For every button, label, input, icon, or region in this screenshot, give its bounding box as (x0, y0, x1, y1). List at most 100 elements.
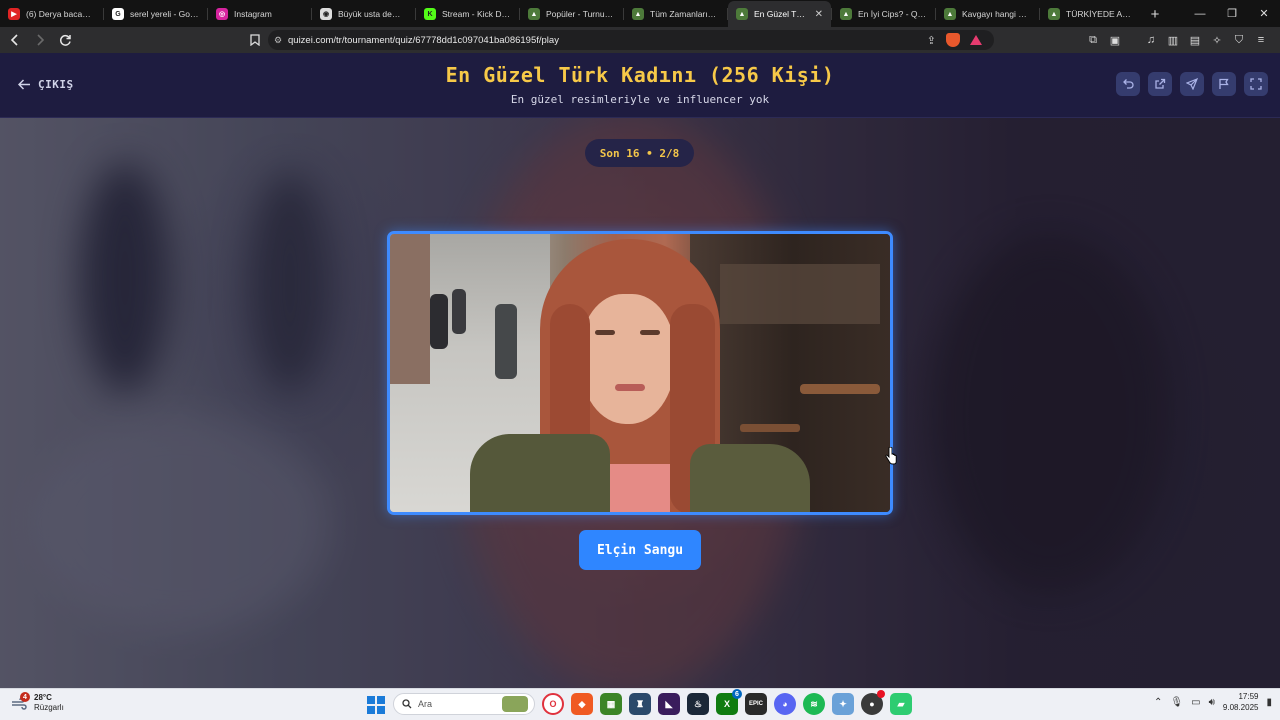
opera-icon[interactable]: O (542, 693, 564, 715)
browser-tab[interactable]: ◉ Büyük usta demirci (312, 1, 415, 27)
epic-games-icon[interactable]: EPIC (745, 693, 767, 715)
settings-app-icon[interactable]: ✦ (832, 693, 854, 715)
tab-favicon-icon: ▲ (1048, 8, 1060, 20)
steam-icon[interactable]: ♨ (687, 693, 709, 715)
fullscreen-icon (1250, 78, 1262, 90)
tab-title: Popüler - Turnuva - (546, 9, 615, 19)
extensions-icon[interactable]: ⧉ (1084, 31, 1102, 49)
windows-taskbar: 4 28°C Rüzgarlı Ara O ◆ ▦ ♜ ◣ ♨ X 6 EPIC… (0, 688, 1280, 720)
address-bar: ⚙ quizei.com/tr/tournament/quiz/67778dd1… (0, 27, 1280, 53)
volume-icon[interactable]: 🔊︎ (1209, 697, 1215, 708)
leo-ai-icon[interactable]: ✧ (1208, 31, 1226, 49)
tab-title: En Güzel Türk K (754, 9, 809, 19)
tab-close-icon[interactable]: ✕ (815, 9, 823, 20)
quiz-subtitle: En güzel resimleriyle ve influencer yok (510, 93, 770, 106)
tab-favicon-icon: ▲ (944, 8, 956, 20)
tab-favicon-icon: G (112, 8, 124, 20)
minimize-icon[interactable]: — (1184, 0, 1216, 27)
tab-favicon-icon: ◉ (320, 8, 332, 20)
xbox-icon[interactable]: X 6 (716, 689, 742, 715)
report-button[interactable] (1212, 72, 1236, 96)
bookmark-icon[interactable] (247, 31, 263, 49)
tab-favicon-icon: ▲ (736, 8, 748, 20)
site-info-icon[interactable]: ⚙ (268, 35, 288, 46)
tab-title: Büyük usta demirci (338, 9, 407, 19)
choice-button[interactable]: Elçin Sangu (579, 530, 701, 570)
new-tab-button[interactable]: + (1143, 1, 1167, 27)
quiz-header: ÇIKIŞ En Güzel Türk Kadını (256 Kişi) En… (0, 53, 1280, 118)
tab-title: (6) Derya bacağına (26, 9, 95, 19)
obs-icon[interactable]: ◣ (658, 693, 680, 715)
weather-icon: 4 (10, 692, 30, 712)
share-out-icon (1155, 78, 1166, 89)
game-app-icon[interactable]: ♜ (629, 693, 651, 715)
network-icon[interactable]: ▭ (1191, 697, 1200, 708)
browser-tab[interactable]: ▲ TÜRKİYEDE ABARTI (1040, 1, 1143, 27)
discord-icon[interactable]: ◕ (774, 693, 796, 715)
chevron-up-icon[interactable]: ⌃ (1154, 697, 1162, 708)
clock-date: 9.08.2025 (1222, 703, 1259, 712)
menu-icon[interactable]: ≡ (1252, 31, 1270, 49)
header-actions (1116, 72, 1268, 96)
clock[interactable]: 17:59 9.08.2025 (1223, 691, 1259, 713)
url-text: quizei.com/tr/tournament/quiz/67778dd1c0… (288, 34, 559, 46)
close-window-icon[interactable]: ✕ (1248, 0, 1280, 27)
reload-icon[interactable] (55, 30, 75, 50)
forward-icon[interactable] (30, 30, 50, 50)
browser-tab[interactable]: ▲ Tüm Zamanların En (624, 1, 727, 27)
tab-favicon-icon: K (424, 8, 436, 20)
weather-widget[interactable]: 4 28°C Rüzgarlı (10, 692, 64, 713)
restore-icon[interactable]: ❐ (1216, 0, 1248, 27)
send-button[interactable] (1180, 72, 1204, 96)
share-button[interactable] (1148, 72, 1172, 96)
fullscreen-button[interactable] (1244, 72, 1268, 96)
wallet-icon[interactable]: ▤ (1186, 31, 1204, 49)
brave-shield-icon[interactable] (946, 33, 960, 47)
taskbar-apps: Ara O ◆ ▦ ♜ ◣ ♨ X 6 EPIC ◕ ≋ ✦ ● ▰ (364, 689, 912, 715)
browser-tab[interactable]: ▲ Popüler - Turnuva - (520, 1, 623, 27)
screenshot-icon[interactable]: ▣ (1106, 31, 1124, 49)
brave-rewards-icon[interactable] (970, 35, 982, 45)
notification-icon[interactable]: ▮ (1266, 697, 1272, 708)
browser-tab[interactable]: K Stream - Kick Dashb (416, 1, 519, 27)
search-highlight-image (502, 696, 528, 712)
record-app-icon[interactable]: ● (861, 690, 885, 715)
browser-tab[interactable]: ▲ En Güzel Türk K ✕ (728, 1, 831, 27)
browser-tab[interactable]: ▲ En İyi Cips? - Quizei (832, 1, 935, 27)
store-app-icon[interactable]: ▰ (890, 693, 912, 715)
undo-button[interactable] (1116, 72, 1140, 96)
tab-favicon-icon: ▲ (840, 8, 852, 20)
tab-title: serel yereli - Google (130, 9, 199, 19)
minecraft-icon[interactable]: ▦ (600, 693, 622, 715)
url-field[interactable]: ⚙ quizei.com/tr/tournament/quiz/67778dd1… (268, 30, 994, 50)
media-icon[interactable]: ♫ (1142, 31, 1160, 49)
browser-tab[interactable]: Gserel yereli - Google (104, 1, 207, 27)
round-indicator: Son 16 • 2/8 (585, 139, 694, 167)
sidebar-icon[interactable]: ▥ (1164, 31, 1182, 49)
microphone-icon[interactable]: 🎙︎ (1170, 697, 1183, 708)
taskbar-search[interactable]: Ara (393, 693, 535, 715)
back-icon[interactable] (5, 30, 25, 50)
tab-title: TÜRKİYEDE ABARTI (1066, 9, 1135, 19)
weather-temp: 28°C (34, 693, 52, 702)
send-icon (1186, 78, 1198, 90)
browser-tab[interactable]: ▲ Kavgayı hangi hayva (936, 1, 1039, 27)
tab-title: Instagram (234, 9, 272, 19)
tab-title: Stream - Kick Dashb (442, 9, 511, 19)
hand-cursor-icon (885, 447, 897, 465)
brave-icon[interactable]: ◆ (571, 693, 593, 715)
xbox-badge: 6 (732, 689, 742, 699)
browser-toolbar: ⧉ ▣ ♫ ▥ ▤ ✧ ⛉ ≡ (1084, 31, 1270, 49)
weather-desc: Rüzgarlı (34, 703, 64, 712)
contestant-photo[interactable] (387, 231, 893, 515)
spotify-icon[interactable]: ≋ (803, 693, 825, 715)
clock-time: 17:59 (1238, 692, 1259, 701)
windows-start-icon[interactable] (364, 693, 386, 715)
tab-favicon-icon: ◎ (216, 8, 228, 20)
share-icon[interactable]: ⇪ (927, 34, 936, 47)
tab-favicon-icon: ▶ (8, 8, 20, 20)
browser-tab[interactable]: ◎ Instagram (208, 1, 311, 27)
browser-tab[interactable]: ▶ (6) Derya bacağına (0, 1, 103, 27)
vpn-icon[interactable]: ⛉ (1230, 31, 1248, 49)
system-tray: ⌃ 🎙︎ ▭ 🔊︎ 17:59 9.08.2025 ▮ (1154, 691, 1272, 713)
